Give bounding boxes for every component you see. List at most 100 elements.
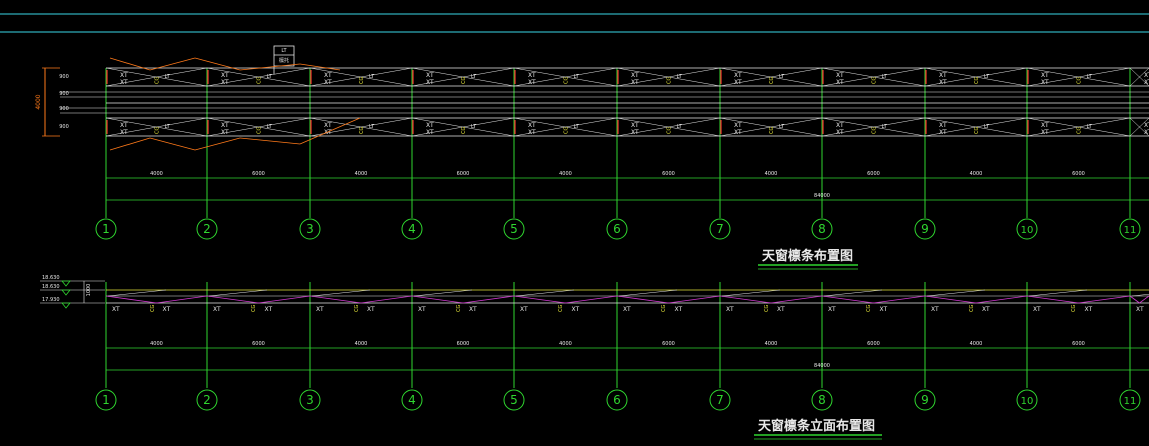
elev-cg-label: CG xyxy=(969,305,975,312)
elev-brace xyxy=(1139,295,1149,304)
plan-xt-label: XT xyxy=(528,122,536,129)
elev-bay-dim-4: 6000 xyxy=(457,341,470,347)
elev-brace xyxy=(616,295,669,304)
elev-cg-label: CG xyxy=(661,305,667,312)
plan-xt-label: XT xyxy=(734,129,742,136)
elev-brace xyxy=(565,295,618,304)
elev-xt-label: XT xyxy=(265,306,273,313)
plan-bay-dim-4: 6000 xyxy=(457,171,470,177)
elev-axis-label-4: 4 xyxy=(408,393,416,407)
elev-xt-label: XT xyxy=(520,306,528,313)
plan-dimension-lines: 900 900 900 900 4000 6000 4000 6000 4000 6000 4000… xyxy=(59,74,1149,201)
plan-bay-dim-2: 6000 xyxy=(252,171,265,177)
elev-brace xyxy=(105,295,157,304)
elev-sub-brace xyxy=(515,289,575,297)
plan-xt-label: XT xyxy=(528,72,536,79)
elev-brace xyxy=(1026,295,1079,304)
plan-cg-label: CG xyxy=(667,77,673,84)
plan-xt-label: XT xyxy=(836,79,844,86)
elevation-purlin-members: XT XT CG XT XT CG XT XT CG XT XT CG XT XT CG XT XT CG XT XT… xyxy=(105,289,1149,313)
plan-side-dim-2: 900 xyxy=(59,106,69,112)
plan-xt-label: XT xyxy=(324,79,332,86)
elev-sub-brace xyxy=(926,289,986,297)
elev-bay-dim-2: 6000 xyxy=(252,341,265,347)
plan-cg-label: CG xyxy=(155,77,161,84)
callout-bottom-text: 檩托 xyxy=(279,57,289,64)
plan-cg-label: CG xyxy=(769,77,775,84)
elev-brace xyxy=(924,295,977,304)
elev-brace xyxy=(1078,295,1131,304)
elev-xt-label: XT xyxy=(572,306,580,313)
plan-xt-label: XT xyxy=(631,72,639,79)
plan-xt-label: XT xyxy=(120,79,128,86)
elev-axis-label-2: 2 xyxy=(203,393,211,407)
elev-cg-label: CG xyxy=(764,305,770,312)
elev-side-dim: 1000 xyxy=(86,284,92,297)
plan-xt-label: XT xyxy=(324,72,332,79)
plan-cg-label: CG xyxy=(769,127,775,134)
elev-xt-label: XT xyxy=(163,306,171,313)
plan-title: 天窗檩条布置图 xyxy=(762,248,853,264)
plan-xt-label: XT xyxy=(120,129,128,136)
plan-cg-label: CG xyxy=(564,127,570,134)
plan-cg-label: CG xyxy=(359,127,365,134)
elev-cg-label: CG xyxy=(456,305,462,312)
elev-xt-label: XT xyxy=(316,306,324,313)
cad-drawing-canvas: LT 檩托 4000 XTXTLTCGXTXTLTCGXTXTLTCGXTXTL… xyxy=(0,13,1149,440)
elev-brace xyxy=(873,295,926,304)
plan-xt-label: XT xyxy=(1144,129,1149,136)
plan-axis-label-5: 5 xyxy=(510,222,518,236)
plan-side-dim-3: 900 xyxy=(59,124,69,130)
elev-brace xyxy=(309,295,362,304)
elev-brace xyxy=(719,295,772,304)
plan-leader-line-3 xyxy=(239,63,301,71)
plan-axis-label-10: 10 xyxy=(1021,225,1034,236)
plan-xt-label: XT xyxy=(734,79,742,86)
elevation-axis-bubbles: 1 2 3 4 5 6 7 8 9 10 11 xyxy=(95,389,1141,411)
elev-level-1: 18.630 xyxy=(42,275,60,281)
elev-brace xyxy=(975,295,1028,304)
plan-bay-dim-7: 4000 xyxy=(765,171,778,177)
plan-side-dim-0: 900 xyxy=(59,74,69,80)
plan-bay-dim-6: 6000 xyxy=(662,171,675,177)
elev-brace xyxy=(770,295,823,304)
elevation-title: 天窗檩条立面布置图 xyxy=(758,418,875,434)
elev-sub-brace xyxy=(413,289,473,297)
elev-cg-label: CG xyxy=(354,305,360,312)
plan-purlin-members: XTXTLTCGXTXTLTCGXTXTLTCGXTXTLTCGXTXTLTCG… xyxy=(60,57,1149,151)
elev-xt-label: XT xyxy=(1136,306,1144,313)
elev-brace xyxy=(462,295,515,304)
elev-sub-brace xyxy=(107,289,167,297)
plan-cg-label: CG xyxy=(155,127,161,134)
elev-axis-label-6: 6 xyxy=(613,393,621,407)
elev-axis-label-3: 3 xyxy=(306,393,314,407)
plan-cg-label: CG xyxy=(257,127,263,134)
elev-axis-label-1: 1 xyxy=(102,393,110,407)
plan-side-dim-1: 900 xyxy=(59,91,69,97)
elev-total-dim: 84000 xyxy=(814,363,830,369)
plan-cg-label: CG xyxy=(974,77,980,84)
plan-xt-label: XT xyxy=(1144,122,1149,129)
plan-axis-label-7: 7 xyxy=(716,222,724,236)
plan-leader-line-5 xyxy=(109,137,151,151)
elev-brace xyxy=(156,295,208,304)
plan-cg-label: CG xyxy=(461,127,467,134)
elev-xt-label: XT xyxy=(623,306,631,313)
plan-bay-dim-1: 4000 xyxy=(150,171,163,177)
purlin-support-callout: LT 檩托 xyxy=(273,45,295,74)
plan-xt-label: XT xyxy=(1041,72,1049,79)
elev-cg-label: CG xyxy=(866,305,872,312)
plan-xt-label: XT xyxy=(528,79,536,86)
elev-brace xyxy=(411,295,464,304)
elev-brace xyxy=(258,295,311,304)
plan-xt-label: XT xyxy=(836,122,844,129)
plan-bay-dim-10: 6000 xyxy=(1072,171,1085,177)
elev-sub-brace xyxy=(618,289,678,297)
elev-bay-dim-5: 4000 xyxy=(559,341,572,347)
plan-leader-line-8 xyxy=(239,137,301,145)
elev-bay-dim-9: 4000 xyxy=(970,341,983,347)
plan-total-dim: 84000 xyxy=(814,193,830,199)
elev-brace xyxy=(821,295,874,304)
plan-xt-label: XT xyxy=(426,79,434,86)
elev-axis-label-7: 7 xyxy=(716,393,724,407)
